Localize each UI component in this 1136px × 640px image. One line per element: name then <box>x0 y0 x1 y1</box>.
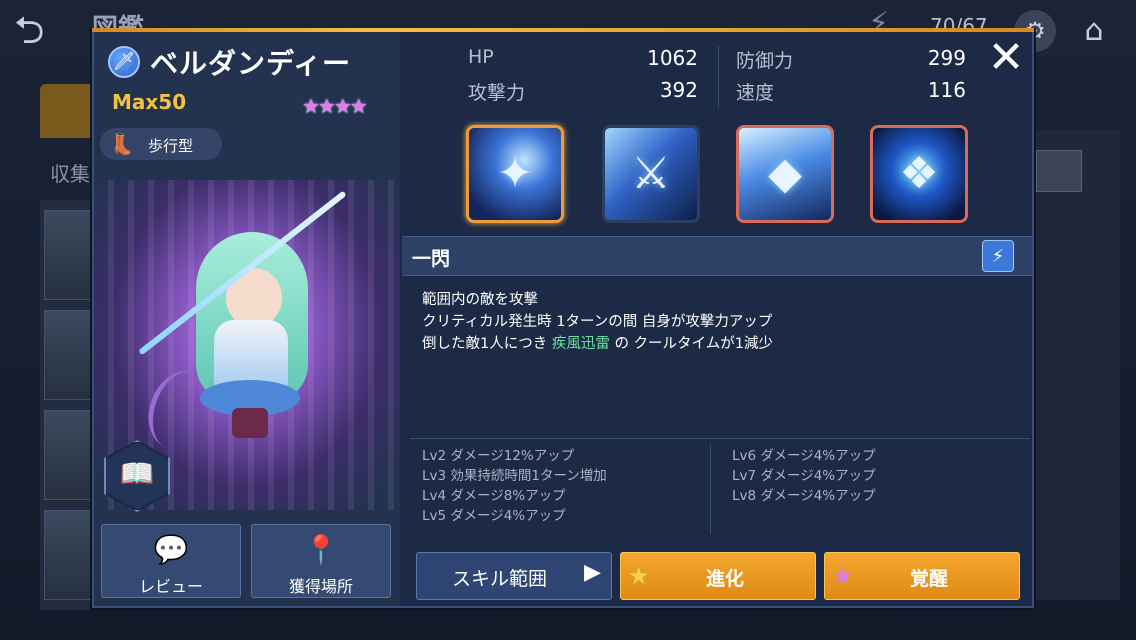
skill-description-line: クリティカル発生時 1ターンの間 自身が攻撃力アップ <box>422 314 773 330</box>
skill-name: 一閃 <box>412 248 451 270</box>
level-bonus-item: Lv8 ダメージ4%アップ <box>732 488 876 504</box>
star-rating: ★★★★ <box>302 94 368 118</box>
level-bonus-item: Lv5 ダメージ4%アップ <box>422 508 566 524</box>
max-level: Max50 <box>112 90 187 114</box>
close-icon[interactable]: ✕ <box>984 36 1028 80</box>
skill-description-line: 倒した敵1人につき 疾風迅雷 の クールタイムが1減少 <box>422 332 773 353</box>
skill-title-bar <box>402 236 1032 276</box>
defense-label: 防御力 <box>736 50 794 72</box>
level-bonus-item: Lv4 ダメージ8%アップ <box>422 488 566 504</box>
gold-star-icon: ★ <box>628 562 650 590</box>
home-icon[interactable]: ⌂ <box>1072 10 1116 52</box>
level-bonus-item: Lv2 ダメージ12%アップ <box>422 448 575 464</box>
spirit-skill-icon[interactable]: ❖ <box>870 125 968 223</box>
sword-class-icon: 🗡 <box>108 46 140 78</box>
blade-storm-skill-icon[interactable]: ⚔ <box>602 125 700 223</box>
description-suffix: の クールタイムが1減少 <box>614 336 773 352</box>
attack-value: 392 <box>659 78 698 102</box>
background-card <box>44 210 92 300</box>
review-button-label: レビュー <box>138 577 203 596</box>
map-pin-icon: 📍 <box>303 533 339 566</box>
linked-skill-name: 疾風迅雷 <box>551 336 610 352</box>
back-arrow-icon[interactable]: ⮌ <box>14 8 78 52</box>
speed-value: 116 <box>927 78 966 102</box>
hp-label: HP <box>468 46 494 68</box>
skill-range-label: スキル範囲 <box>452 568 548 590</box>
defense-value: 299 <box>927 46 966 70</box>
awaken-label: 覚醒 <box>910 568 949 590</box>
background-tab <box>40 84 92 138</box>
slash-skill-icon[interactable]: ✦ <box>466 125 564 223</box>
movement-type-label: 歩行型 <box>148 137 194 155</box>
level-bonus-item: Lv7 ダメージ4%アップ <box>732 468 876 484</box>
character-name: ベルダンディー <box>150 47 352 80</box>
evolve-label: 進化 <box>706 568 745 590</box>
stat-divider <box>718 46 719 108</box>
active-skill-type-icon: ⚡ <box>982 240 1014 272</box>
acquire-location-label: 獲得場所 <box>288 577 353 596</box>
play-arrow-icon: ▶ <box>584 560 601 585</box>
purple-star-icon: ★ <box>832 562 854 590</box>
review-button[interactable]: 💬 レビュー <box>101 524 241 598</box>
background-right-column <box>1036 130 1120 600</box>
background-card <box>44 410 92 500</box>
boot-icon: 👢 <box>109 132 135 156</box>
level-bonus-item: Lv6 ダメージ4%アップ <box>732 448 876 464</box>
background-card <box>44 310 92 400</box>
character-legs <box>232 408 268 438</box>
background-search-field <box>1036 150 1082 192</box>
level-column-divider <box>710 444 711 534</box>
chat-icon: 💬 <box>153 533 189 566</box>
crystal-sword-skill-icon[interactable]: ◆ <box>736 125 834 223</box>
background-card <box>44 510 92 600</box>
attack-label: 攻撃力 <box>468 82 526 104</box>
level-bonus-item: Lv3 効果持続時間1ターン増加 <box>422 468 607 484</box>
book-icon: 📖 <box>119 457 155 490</box>
acquire-location-button[interactable]: 📍 獲得場所 <box>251 524 391 598</box>
skill-description-line: 範囲内の敵を攻撃 <box>422 292 538 308</box>
speed-label: 速度 <box>736 82 775 104</box>
description-prefix: 倒した敵1人につき <box>422 336 548 352</box>
level-section-divider <box>410 438 1030 439</box>
collection-label: 収集 <box>50 162 90 186</box>
hp-value: 1062 <box>647 46 698 70</box>
